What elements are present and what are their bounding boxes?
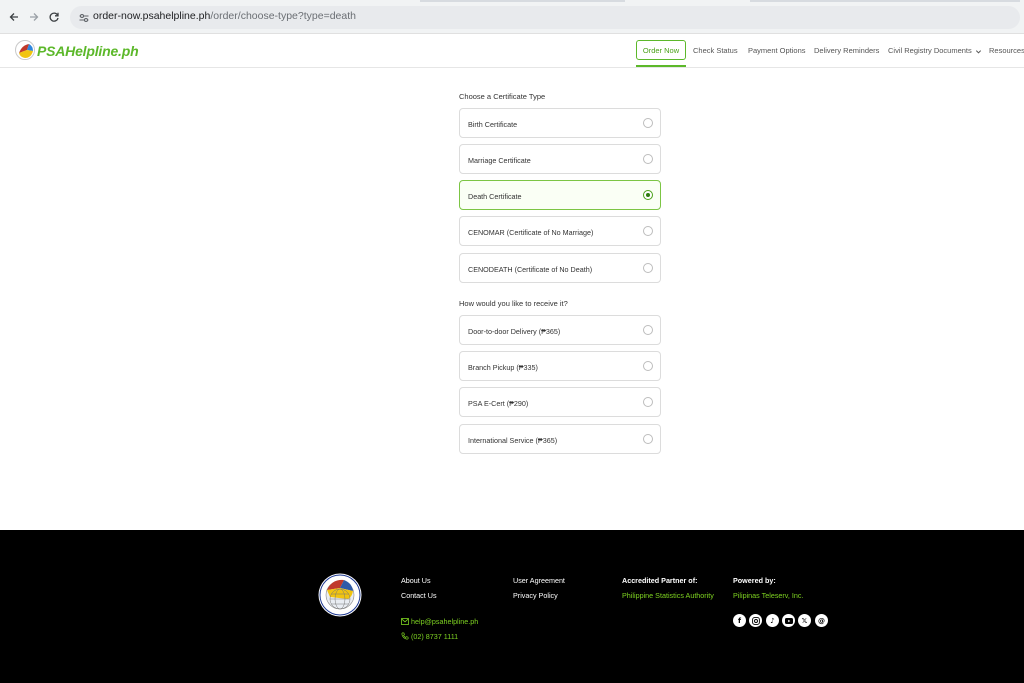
- option-label: International Service (₱365): [468, 436, 558, 445]
- radio-button[interactable]: [643, 118, 653, 128]
- radio-button[interactable]: [643, 263, 653, 273]
- tiktok-icon[interactable]: ♪: [766, 614, 779, 627]
- option-death-certificate[interactable]: Death Certificate: [459, 180, 661, 210]
- youtube-icon[interactable]: [782, 614, 795, 627]
- site-header: PSAHelpline.ph Order Now Check Status Pa…: [0, 34, 1024, 68]
- footer-partner-link[interactable]: Philippine Statistics Authority: [622, 591, 714, 600]
- option-label: CENOMAR (Certificate of No Marriage): [468, 228, 594, 237]
- option-label: Birth Certificate: [468, 120, 518, 129]
- x-icon[interactable]: 𝕏: [798, 614, 811, 627]
- forward-button[interactable]: [25, 8, 43, 26]
- footer-partner-heading: Accredited Partner of:: [622, 576, 698, 585]
- url-text[interactable]: order-now.psahelpline.ph/order/choose-ty…: [93, 10, 356, 22]
- nav-payment-options[interactable]: Payment Options: [748, 46, 806, 55]
- option-psa-e-cert[interactable]: PSA E-Cert (₱290): [459, 387, 661, 417]
- footer-user-agreement[interactable]: User Agreement: [513, 576, 565, 585]
- option-label: PSA E-Cert (₱290): [468, 399, 529, 408]
- url-path: /order/choose-type?type=death: [210, 10, 356, 22]
- reload-button[interactable]: [45, 8, 63, 26]
- reload-icon: [49, 12, 59, 22]
- footer-email[interactable]: help@psahelpline.ph: [401, 617, 478, 626]
- site-info-button[interactable]: [78, 11, 90, 23]
- footer-about-us[interactable]: About Us: [401, 576, 431, 585]
- footer-powered-heading: Powered by:: [733, 576, 776, 585]
- radio-button[interactable]: [643, 361, 653, 371]
- option-international-service[interactable]: International Service (₱365): [459, 424, 661, 454]
- option-label: Marriage Certificate: [468, 156, 531, 165]
- radio-button[interactable]: [643, 434, 653, 444]
- tab-strip-edge: [750, 0, 1020, 2]
- radio-button[interactable]: [643, 154, 653, 164]
- arrow-left-icon: [9, 13, 18, 21]
- nav-delivery-reminders[interactable]: Delivery Reminders: [814, 46, 879, 55]
- option-label: CENODEATH (Certificate of No Death): [468, 265, 593, 274]
- option-marriage-certificate[interactable]: Marriage Certificate: [459, 144, 661, 174]
- threads-icon[interactable]: @: [815, 614, 828, 627]
- arrow-right-icon: [30, 13, 39, 21]
- nav-resources[interactable]: Resources: [989, 46, 1024, 55]
- option-birth-certificate[interactable]: Birth Certificate: [459, 108, 661, 138]
- option-cenodeath[interactable]: CENODEATH (Certificate of No Death): [459, 253, 661, 283]
- footer-privacy-policy[interactable]: Privacy Policy: [513, 591, 558, 600]
- nav-civil-registry-documents[interactable]: Civil Registry Documents: [888, 46, 982, 55]
- delivery-method-heading: How would you like to receive it?: [459, 299, 568, 308]
- nav-order-now[interactable]: Order Now: [636, 40, 686, 60]
- phone-icon: [401, 632, 409, 640]
- radio-button[interactable]: [643, 397, 653, 407]
- browser-toolbar: order-now.psahelpline.ph/order/choose-ty…: [0, 0, 1024, 34]
- active-nav-indicator: [636, 65, 686, 67]
- footer-email-text: help@psahelpline.ph: [411, 617, 479, 626]
- psa-seal-icon: [318, 573, 362, 617]
- radio-button[interactable]: [643, 325, 653, 335]
- mail-icon: [401, 618, 409, 625]
- radio-button[interactable]: [643, 226, 653, 236]
- back-button[interactable]: [5, 8, 23, 26]
- certificate-type-heading: Choose a Certificate Type: [459, 92, 546, 101]
- site-logo-text[interactable]: PSAHelpline.ph: [37, 43, 139, 59]
- option-label: Door-to-door Delivery (₱365): [468, 327, 561, 336]
- footer-phone-text: (02) 8737 1111: [411, 632, 459, 641]
- facebook-icon[interactable]: f: [733, 614, 746, 627]
- tune-icon: [79, 13, 89, 23]
- footer-powered-link[interactable]: Pilipinas Teleserv, Inc.: [733, 591, 803, 600]
- instagram-icon[interactable]: [749, 614, 762, 627]
- footer-phone[interactable]: (02) 8737 1111: [401, 632, 458, 641]
- nav-check-status[interactable]: Check Status: [693, 46, 738, 55]
- option-branch-pickup[interactable]: Branch Pickup (₱335): [459, 351, 661, 381]
- chevron-down-icon: [975, 49, 981, 54]
- option-label: Death Certificate: [468, 192, 522, 201]
- option-door-to-door-delivery[interactable]: Door-to-door Delivery (₱365): [459, 315, 661, 345]
- tab-strip-edge: [420, 0, 625, 2]
- radio-button-checked[interactable]: [643, 190, 653, 200]
- url-host: order-now.psahelpline.ph: [93, 10, 211, 22]
- footer-contact-us[interactable]: Contact Us: [401, 591, 437, 600]
- psa-logo-icon[interactable]: [15, 40, 35, 60]
- option-label: Branch Pickup (₱335): [468, 363, 538, 372]
- option-cenomar[interactable]: CENOMAR (Certificate of No Marriage): [459, 216, 661, 246]
- nav-civil-registry-label: Civil Registry Documents: [888, 46, 972, 55]
- site-footer: [0, 530, 1024, 683]
